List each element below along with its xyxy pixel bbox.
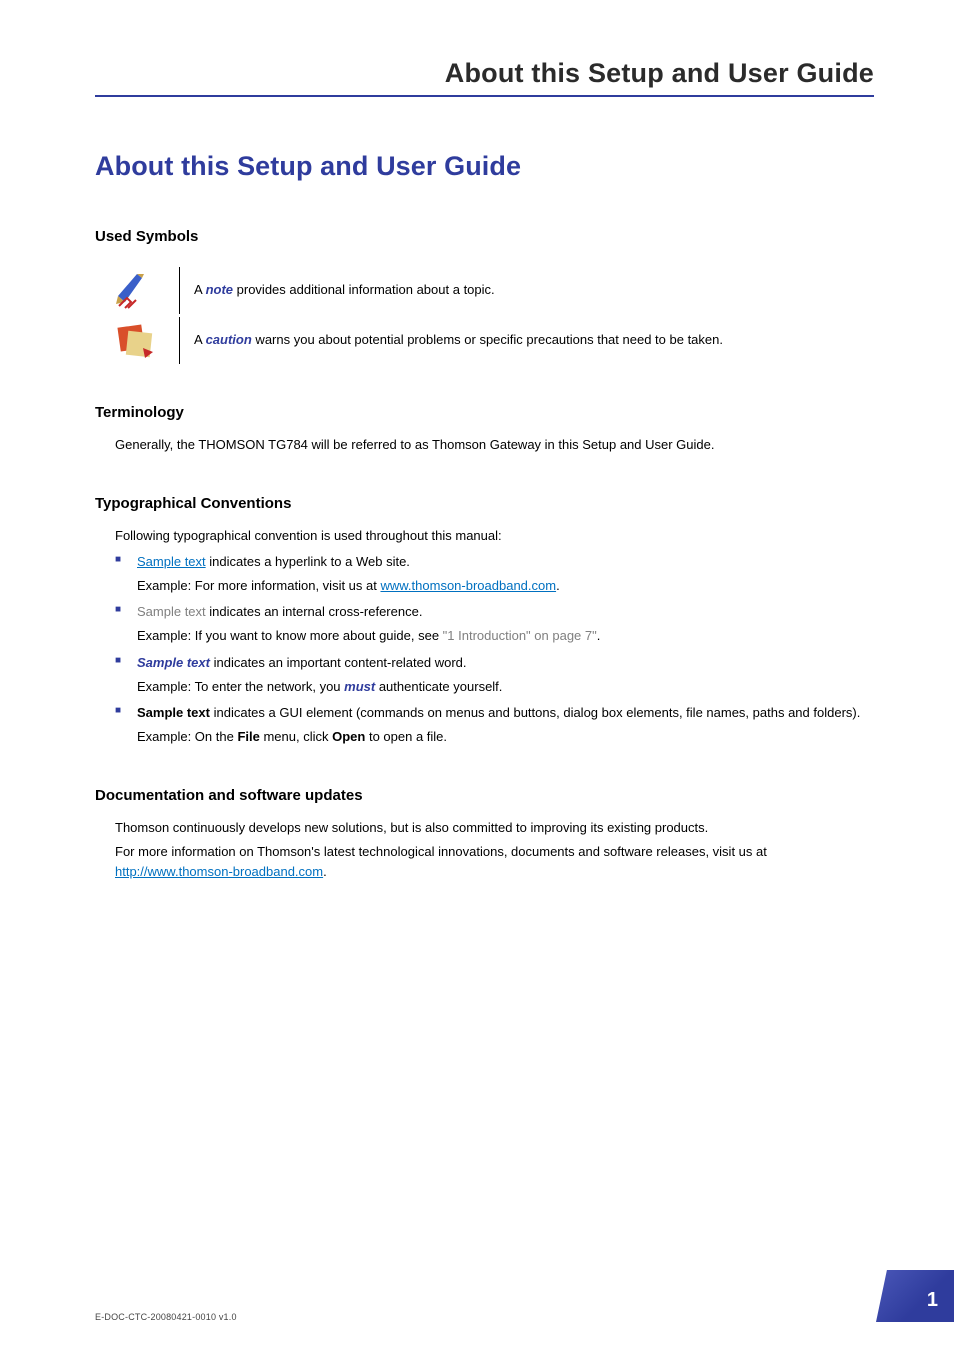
text: A bbox=[194, 332, 206, 347]
sample-important: Sample text bbox=[137, 655, 210, 670]
caution-icon bbox=[113, 318, 157, 362]
updates-p1: Thomson continuously develops new soluti… bbox=[115, 818, 874, 838]
page-number: 1 bbox=[876, 1270, 954, 1322]
section-terminology: Terminology Generally, the THOMSON TG784… bbox=[95, 404, 874, 455]
text: Example: For more information, visit us … bbox=[137, 578, 380, 593]
caution-keyword: caution bbox=[206, 332, 252, 347]
heading-typographical: Typographical Conventions bbox=[95, 495, 874, 512]
important-word: must bbox=[344, 679, 375, 694]
divider bbox=[179, 317, 180, 364]
external-link[interactable]: http://www.thomson-broadband.com bbox=[115, 864, 323, 879]
text: For more information on Thomson's latest… bbox=[115, 844, 767, 859]
text: authenticate yourself. bbox=[375, 679, 502, 694]
gui-element: Open bbox=[332, 729, 365, 744]
external-link[interactable]: www.thomson-broadband.com bbox=[380, 578, 556, 593]
section-updates: Documentation and software updates Thoms… bbox=[95, 787, 874, 882]
text: indicates an important content-related w… bbox=[210, 655, 467, 670]
list-item: Sample text indicates a GUI element (com… bbox=[115, 703, 874, 747]
text: indicates an internal cross-reference. bbox=[206, 604, 423, 619]
text: warns you about potential problems or sp… bbox=[252, 332, 723, 347]
text: to open a file. bbox=[365, 729, 447, 744]
text: indicates a GUI element (commands on men… bbox=[210, 705, 860, 720]
text: Example: To enter the network, you bbox=[137, 679, 344, 694]
page-footer: E-DOC-CTC-20080421-0010 v1.0 1 bbox=[95, 1270, 954, 1322]
gui-element: File bbox=[237, 729, 259, 744]
sample-xref: Sample text bbox=[137, 604, 206, 619]
heading-updates: Documentation and software updates bbox=[95, 787, 874, 804]
text: A bbox=[194, 282, 206, 297]
caution-callout: A caution warns you about potential prob… bbox=[113, 317, 874, 364]
list-item: Sample text indicates an internal cross-… bbox=[115, 602, 874, 646]
text: provides additional information about a … bbox=[233, 282, 495, 297]
list-item: Sample text indicates an important conte… bbox=[115, 653, 874, 697]
text: Example: If you want to know more about … bbox=[137, 628, 443, 643]
typo-intro: Following typographical convention is us… bbox=[115, 526, 874, 546]
note-text: A note provides additional information a… bbox=[194, 267, 495, 314]
caution-text: A caution warns you about potential prob… bbox=[194, 317, 723, 364]
text: . bbox=[597, 628, 601, 643]
note-icon bbox=[113, 268, 157, 312]
text: Example: On the bbox=[137, 729, 237, 744]
typo-list: Sample text indicates a hyperlink to a W… bbox=[115, 552, 874, 747]
note-callout: A note provides additional information a… bbox=[113, 267, 874, 314]
heading-used-symbols: Used Symbols bbox=[95, 228, 874, 245]
note-keyword: note bbox=[206, 282, 233, 297]
updates-p2: For more information on Thomson's latest… bbox=[115, 842, 874, 882]
heading-terminology: Terminology bbox=[95, 404, 874, 421]
sample-hyperlink[interactable]: Sample text bbox=[137, 554, 206, 569]
page-title: About this Setup and User Guide bbox=[95, 151, 874, 182]
divider bbox=[179, 267, 180, 314]
doc-id: E-DOC-CTC-20080421-0010 v1.0 bbox=[95, 1312, 237, 1322]
text: . bbox=[323, 864, 327, 879]
sample-gui: Sample text bbox=[137, 705, 210, 720]
text: indicates a hyperlink to a Web site. bbox=[206, 554, 410, 569]
terminology-text: Generally, the THOMSON TG784 will be ref… bbox=[115, 435, 874, 455]
text: . bbox=[556, 578, 560, 593]
running-header: About this Setup and User Guide bbox=[95, 58, 874, 97]
text: menu, click bbox=[260, 729, 332, 744]
list-item: Sample text indicates a hyperlink to a W… bbox=[115, 552, 874, 596]
section-used-symbols: Used Symbols A note provides additional … bbox=[95, 228, 874, 364]
section-typographical: Typographical Conventions Following typo… bbox=[95, 495, 874, 747]
cross-reference-link[interactable]: "1 Introduction" on page 7" bbox=[443, 628, 597, 643]
